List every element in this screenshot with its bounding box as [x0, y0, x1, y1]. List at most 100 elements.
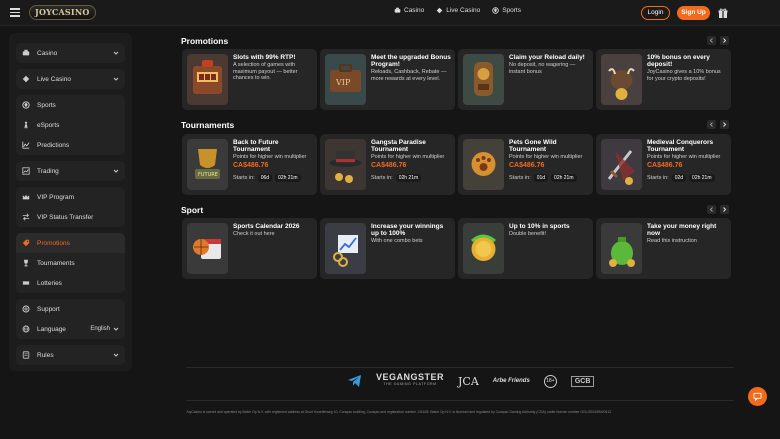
sidebar-item-label: Sports [37, 101, 56, 109]
login-button[interactable]: Login [641, 6, 670, 20]
countdown-time: 02h 21m [689, 174, 715, 182]
crown-icon [22, 193, 30, 201]
sidebar-item-label: Support [37, 305, 60, 313]
sport-card[interactable]: Sports Calendar 2026 Check it out here [182, 218, 317, 279]
sidebar-item-rules[interactable]: Rules [16, 345, 125, 365]
tournament-card[interactable]: Gangsta Paradise Tournament Points for h… [320, 134, 455, 195]
card-title: Take your money right now [647, 223, 717, 237]
promotions-icon [22, 239, 30, 247]
nav-sports[interactable]: Sports [492, 7, 521, 14]
card-title: Slots with 99% RTP! [233, 54, 296, 61]
carousel-next-button[interactable] [720, 120, 729, 129]
sidebar-item-trading[interactable]: Trading [16, 161, 125, 181]
starts-in: Starts in: 06d 02h 21m [233, 174, 301, 182]
promo-card[interactable]: VIP Meet the upgraded Bonus Program! Rel… [320, 49, 455, 110]
money-bag-image [601, 223, 642, 274]
card-title: Medieval Conquerors Tournament [647, 139, 714, 153]
tournament-card[interactable]: FUTURE Back to Future Tournament Points … [182, 134, 317, 195]
carousel-prev-button[interactable] [707, 205, 716, 214]
live-chat-button[interactable] [748, 387, 767, 406]
promo-card[interactable]: Claim your Reload daily! No deposit, no … [458, 49, 593, 110]
casino-icon [394, 7, 401, 13]
signup-button[interactable]: Sign Up [677, 6, 710, 20]
sidebar-item-label: Live Casino [37, 75, 71, 83]
sidebar-item-language[interactable]: Language English [16, 319, 125, 339]
live-casino-icon [22, 75, 30, 83]
jca-logo: JCA [458, 374, 479, 388]
sidebar-item-live-casino[interactable]: Live Casino [16, 69, 125, 89]
sidebar-item-casino[interactable]: Casino [16, 43, 125, 63]
card-title: Gangsta Paradise Tournament [371, 139, 426, 153]
sport-carousel-controls [707, 205, 729, 214]
card-description: Check it out here [233, 231, 275, 237]
esports-player-icon [22, 121, 30, 129]
legal-text: JoyCasino is owned and operated by Batch… [186, 410, 613, 414]
logo[interactable]: JOYCASINO [29, 5, 96, 20]
vip-briefcase-image: VIP [325, 54, 366, 105]
promo-card[interactable]: 10% bonus on every deposit! JoyCasino gi… [596, 49, 731, 110]
card-description: With one combo bets [371, 238, 423, 244]
sidebar-item-vip-program[interactable]: VIP Program [16, 187, 125, 207]
reload-machine-image [463, 54, 504, 105]
sidebar-item-sports[interactable]: Sports [16, 95, 125, 115]
trophy-icon [22, 259, 30, 267]
top-header: JOYCASINO Casino Live Casino Sports Logi… [0, 0, 780, 26]
gift-icon[interactable] [717, 7, 729, 19]
sidebar-item-label: Casino [37, 49, 58, 57]
sidebar-item-predictions[interactable]: Predictions [16, 135, 125, 155]
chevron-down-icon [113, 353, 119, 357]
carousel-prev-button[interactable] [707, 120, 716, 129]
nav-casino-label: Casino [404, 7, 425, 14]
gcb-badge[interactable]: GCB [570, 375, 595, 387]
chevron-left-icon [709, 122, 713, 127]
paw-badge-image [463, 139, 504, 190]
sidebar-item-vip-status-transfer[interactable]: VIP Status Transfer [16, 207, 125, 227]
sidebar: Casino Live Casino Sports eSports Predic… [9, 33, 132, 371]
promo-card[interactable]: Slots with 99% RTP! A selection of games… [182, 49, 317, 110]
telegram-icon[interactable] [348, 375, 362, 387]
countdown-time: 02h 21m [275, 174, 301, 182]
sidebar-item-label: Rules [37, 351, 54, 359]
carousel-prev-button[interactable] [707, 36, 716, 45]
svg-text:VIP: VIP [335, 78, 351, 87]
starts-in-label: Starts in: [371, 175, 393, 181]
sport-card[interactable]: Up to 10% in sports Double benefit! [458, 218, 593, 279]
sidebar-item-tournaments[interactable]: Tournaments [16, 253, 125, 273]
nav-live-casino-label: Live Casino [446, 7, 481, 14]
promotions-section-title: Promotions [181, 36, 229, 46]
prize-amount: CA$486.76 [371, 162, 407, 169]
nav-casino[interactable]: Casino [394, 7, 424, 14]
slot-machine-image [187, 54, 228, 105]
sidebar-item-lotteries[interactable]: Lotteries [16, 273, 125, 293]
menu-burger-icon[interactable] [10, 8, 20, 17]
nav-live-casino[interactable]: Live Casino [436, 7, 480, 14]
sport-card[interactable]: Take your money right now Read this inst… [596, 218, 731, 279]
card-title: Up to 10% in sports [509, 223, 570, 230]
chat-icon [753, 392, 762, 401]
chevron-down-icon [113, 77, 119, 81]
sports-calendar-image [187, 223, 228, 274]
countdown-days: 02d [671, 174, 687, 182]
prize-amount: CA$486.76 [509, 162, 545, 169]
sport-card[interactable]: Increase your winnings up to 100% With o… [320, 218, 455, 279]
carousel-next-button[interactable] [720, 36, 729, 45]
countdown-days: 01d [533, 174, 549, 182]
medieval-sword-image [601, 139, 642, 190]
tournament-card[interactable]: Pets Gone Wild Tournament Points for hig… [458, 134, 593, 195]
card-title: Pets Gone Wild Tournament [509, 139, 557, 153]
chevron-left-icon [709, 38, 713, 43]
sidebar-item-support[interactable]: Support [16, 299, 125, 319]
bull-coin-image [601, 54, 642, 105]
footer-divider [186, 400, 734, 401]
nav-sports-label: Sports [502, 7, 521, 14]
sidebar-group-live-casino: Live Casino [16, 69, 125, 89]
carousel-next-button[interactable] [720, 205, 729, 214]
sidebar-item-esports[interactable]: eSports [16, 115, 125, 135]
sidebar-item-promotions[interactable]: Promotions [16, 233, 125, 253]
cashback-coin-image [463, 223, 504, 274]
future-trophy-image: FUTURE [187, 139, 228, 190]
chevron-left-icon [709, 207, 713, 212]
tournament-card[interactable]: Medieval Conquerors Tournament Points fo… [596, 134, 731, 195]
countdown-time: 02h 21m [551, 174, 577, 182]
rules-book-icon [22, 351, 30, 359]
